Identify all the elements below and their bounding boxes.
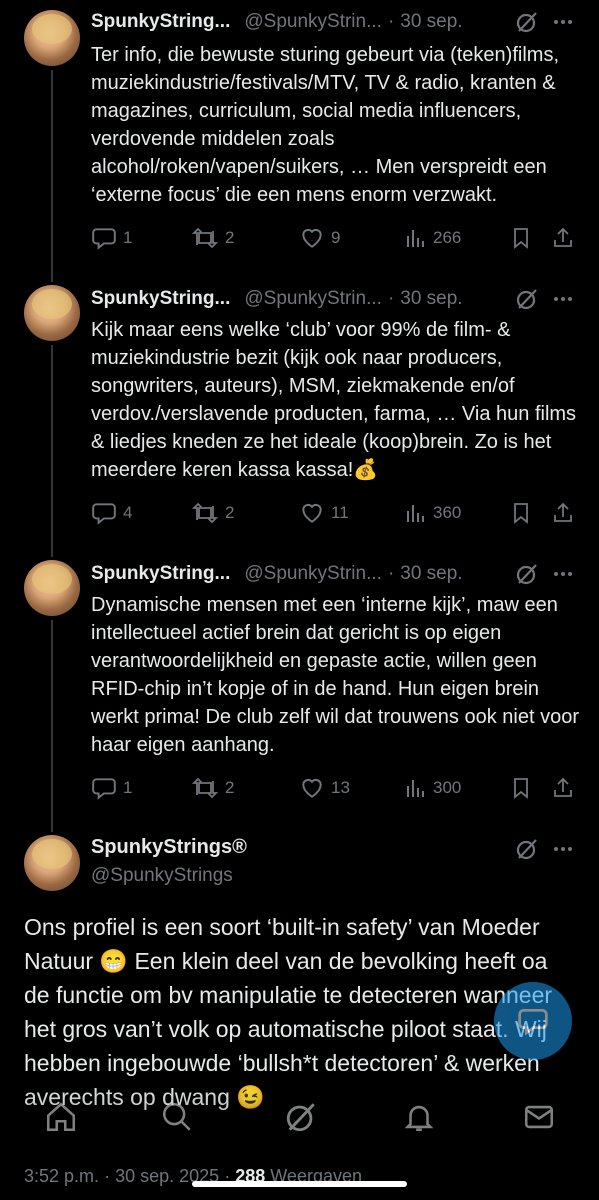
grok-icon[interactable] <box>515 287 539 311</box>
grok-nav-icon[interactable] <box>284 1100 318 1134</box>
bookmark-button[interactable] <box>509 500 539 526</box>
more-icon[interactable] <box>551 287 575 311</box>
display-name[interactable]: SpunkyString... <box>91 563 230 585</box>
thread-line <box>51 345 53 557</box>
like-count: 11 <box>331 503 349 522</box>
messages-icon[interactable] <box>522 1100 556 1134</box>
views-count: 360 <box>433 503 462 522</box>
grok-icon[interactable] <box>515 562 539 586</box>
reply-count: 1 <box>123 228 133 247</box>
search-icon[interactable] <box>160 1100 194 1134</box>
views-button[interactable]: 360 <box>405 500 461 526</box>
avatar[interactable] <box>24 835 80 891</box>
bookmark-button[interactable] <box>509 225 539 251</box>
like-button[interactable]: 13 <box>299 775 350 801</box>
timestamp[interactable]: 30 sep. <box>400 563 462 585</box>
grok-icon[interactable] <box>515 837 539 861</box>
share-button[interactable] <box>551 500 581 526</box>
views-count: 300 <box>433 778 462 797</box>
timestamp[interactable]: 30 sep. <box>400 11 462 33</box>
avatar[interactable] <box>24 285 80 341</box>
avatar[interactable] <box>24 560 80 616</box>
separator: · <box>387 563 395 584</box>
repost-icon <box>191 502 219 524</box>
repost-icon <box>191 777 219 799</box>
share-button[interactable] <box>551 225 581 251</box>
views-icon <box>407 780 424 797</box>
display-name[interactable]: SpunkyString... <box>91 288 230 310</box>
repost-count: 2 <box>225 778 235 797</box>
bookmark-button[interactable] <box>509 775 539 801</box>
share-icon <box>554 227 572 247</box>
reply-icon <box>92 503 116 525</box>
handle[interactable]: @SpunkyStrings <box>91 865 233 887</box>
like-icon <box>302 228 322 248</box>
display-name[interactable]: SpunkyString... <box>91 11 230 33</box>
avatar[interactable] <box>24 10 80 66</box>
separator: · <box>104 1166 111 1186</box>
reply-count: 4 <box>123 503 133 522</box>
tweet-actions: 1 2 9 266 <box>91 225 581 255</box>
views-icon <box>407 505 424 522</box>
repost-icon <box>191 227 219 249</box>
views-count: 266 <box>433 228 462 247</box>
compose-icon <box>518 1009 548 1036</box>
like-icon <box>302 778 322 798</box>
reply-button[interactable]: 1 <box>91 775 132 801</box>
time: 3:52 p.m. <box>24 1166 100 1186</box>
tweet-actions: 1 2 13 300 <box>91 775 581 805</box>
compose-button[interactable] <box>494 982 572 1060</box>
home-icon[interactable] <box>44 1100 78 1134</box>
like-count: 13 <box>331 778 350 797</box>
bookmark-icon <box>514 228 528 249</box>
handle[interactable]: @SpunkyStrin... <box>244 288 382 310</box>
repost-count: 2 <box>225 503 235 522</box>
display-name[interactable]: SpunkyStrings® <box>91 836 247 859</box>
notifications-icon[interactable] <box>402 1100 436 1134</box>
views-button[interactable]: 266 <box>405 225 461 251</box>
handle[interactable]: @SpunkyStrin... <box>244 11 382 33</box>
timestamp[interactable]: 30 sep. <box>400 288 462 310</box>
repost-button[interactable]: 2 <box>191 775 234 801</box>
bookmark-icon <box>514 503 528 524</box>
more-icon[interactable] <box>551 837 575 861</box>
reply-button[interactable]: 1 <box>91 225 132 251</box>
like-count: 9 <box>331 228 341 247</box>
like-icon <box>302 503 322 523</box>
home-indicator[interactable] <box>192 1181 407 1187</box>
share-button[interactable] <box>551 775 581 801</box>
like-button[interactable]: 9 <box>299 225 340 251</box>
tweet-header: SpunkyString... @SpunkyStrin... · 30 sep… <box>91 285 581 313</box>
repost-button[interactable]: 2 <box>191 225 234 251</box>
more-icon[interactable] <box>551 562 575 586</box>
tweet-header: SpunkyString... @SpunkyStrin... · 30 sep… <box>91 560 581 588</box>
tweet-text: Kijk maar eens welke ‘club’ voor 99% de … <box>91 319 577 481</box>
thread-line <box>51 70 53 282</box>
repost-button[interactable]: 2 <box>191 500 234 526</box>
views-icon <box>407 230 424 247</box>
separator: · <box>387 11 395 32</box>
views-button[interactable]: 300 <box>405 775 461 801</box>
reply-count: 1 <box>123 778 133 797</box>
separator: · <box>387 288 395 309</box>
grok-icon[interactable] <box>515 10 539 34</box>
tweet-actions: 4 2 11 360 <box>91 500 581 530</box>
tweet-text: Dynamische mensen met een ‘interne kijk’… <box>91 594 579 756</box>
handle[interactable]: @SpunkyStrin... <box>244 563 382 585</box>
like-button[interactable]: 11 <box>299 500 349 526</box>
share-icon <box>554 502 572 522</box>
reply-button[interactable]: 4 <box>91 500 132 526</box>
bookmark-icon <box>514 778 528 799</box>
share-icon <box>554 777 572 797</box>
thread-line <box>51 620 53 832</box>
repost-count: 2 <box>225 228 235 247</box>
more-icon[interactable] <box>551 10 575 34</box>
tweet-text: Ter info, die bewuste sturing gebeurt vi… <box>91 44 559 206</box>
reply-icon <box>92 778 116 800</box>
tweet-header: SpunkyString... @SpunkyStrin... · 30 sep… <box>91 8 581 36</box>
reply-icon <box>92 228 116 250</box>
